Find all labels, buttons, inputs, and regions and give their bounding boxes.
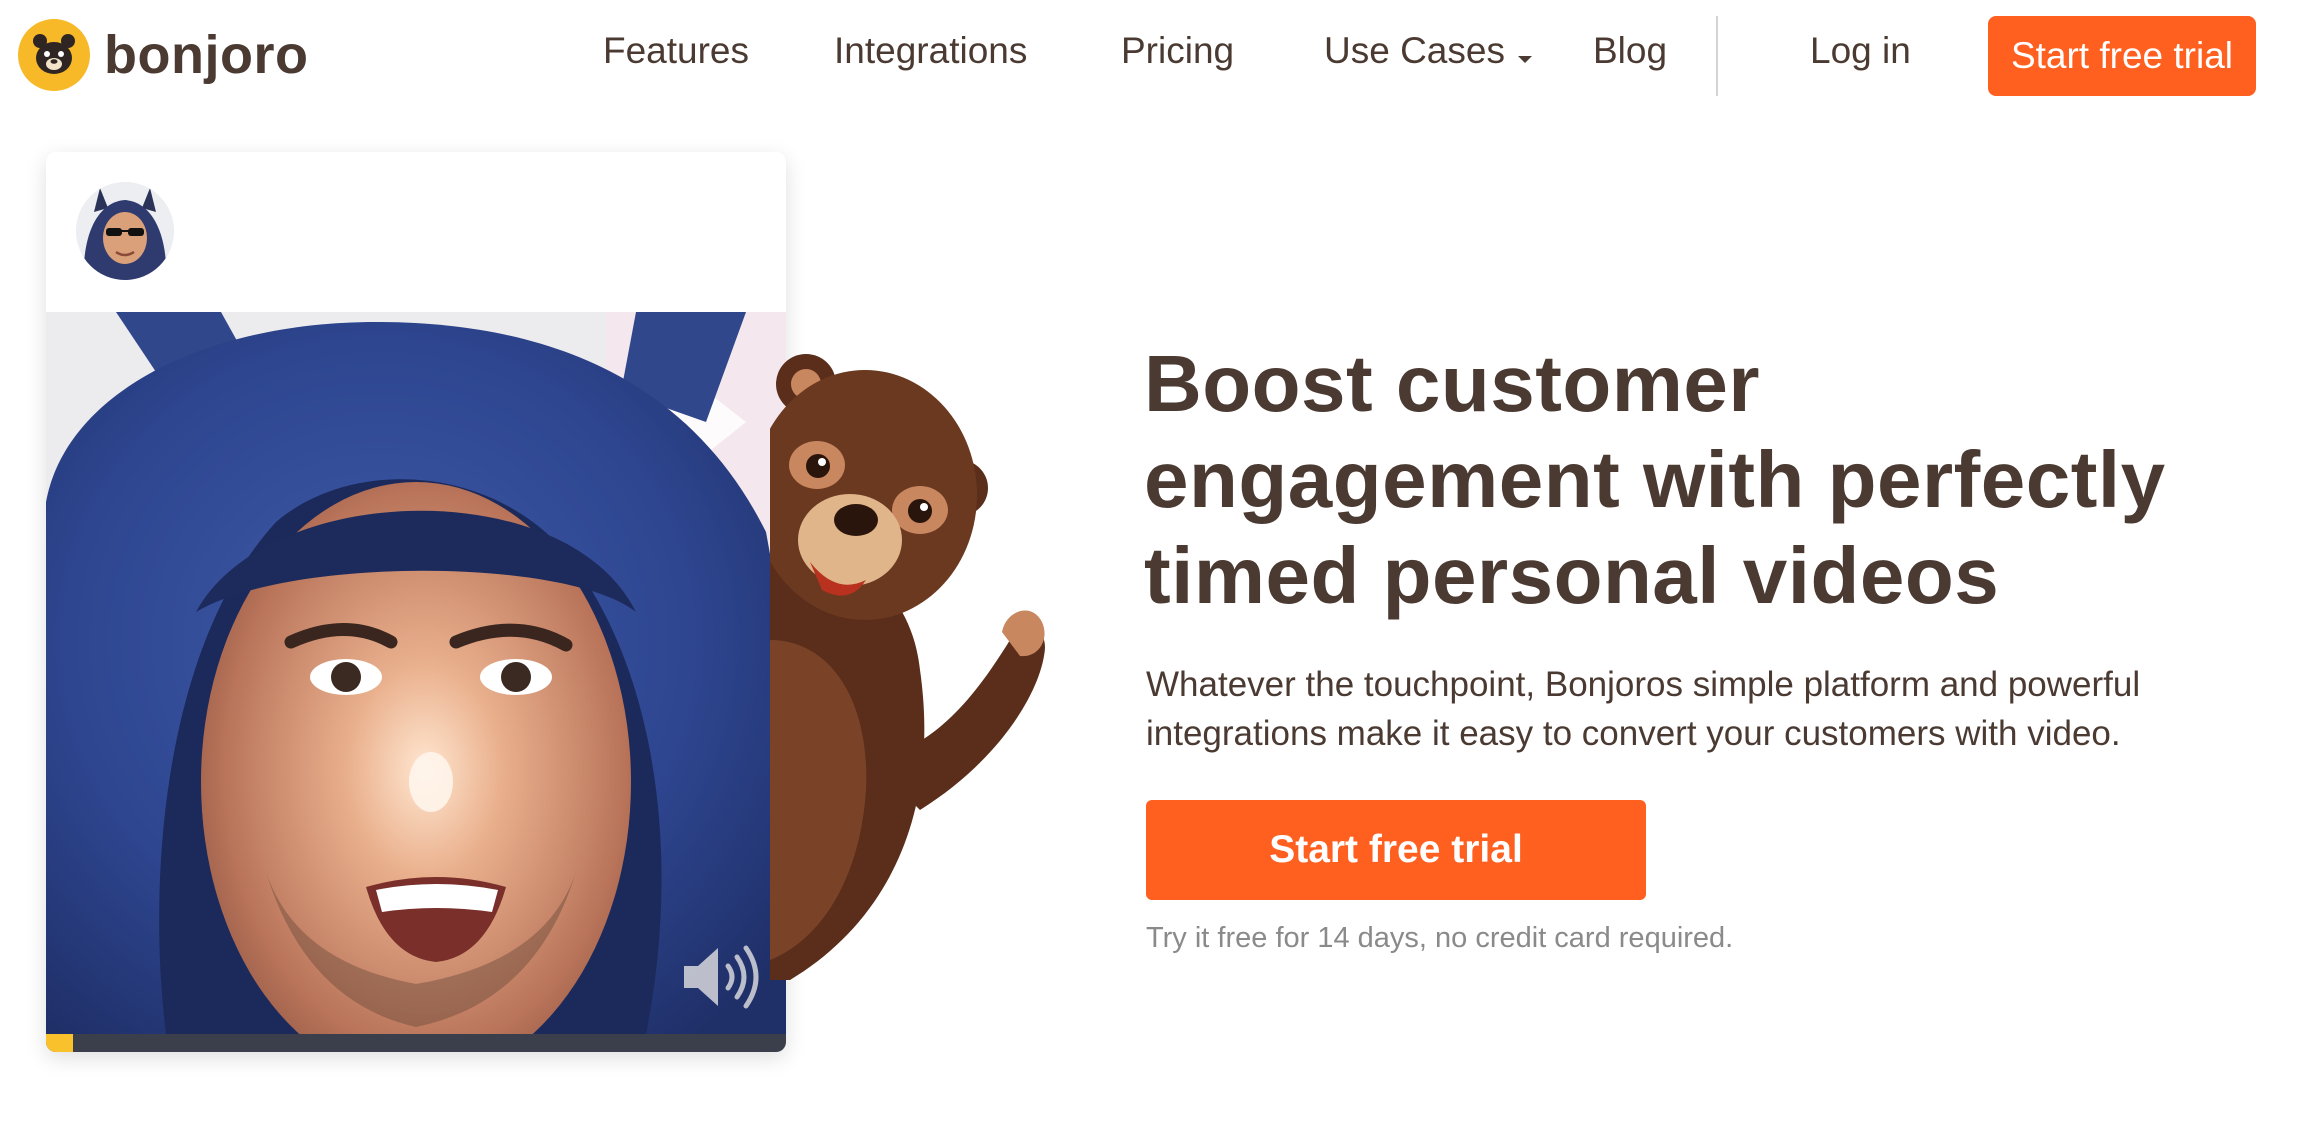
video-message-card (46, 152, 786, 1052)
nav-features-link[interactable]: Features (603, 30, 749, 72)
hero-subtitle-line-2: integrations make it easy to convert you… (1146, 714, 2121, 753)
bear-face-icon (18, 19, 90, 91)
hero-subtitle-line-1: Whatever the touchpoint, Bonjoros simple… (1146, 665, 2141, 704)
hero-start-free-trial-button[interactable]: Start free trial (1146, 800, 1646, 900)
hero-subtitle: Whatever the touchpoint, Bonjoros simple… (1146, 660, 2226, 758)
nav-pricing-link[interactable]: Pricing (1121, 30, 1234, 72)
login-link[interactable]: Log in (1810, 30, 1911, 72)
brand-logo[interactable]: bonjoro (18, 18, 308, 92)
sender-avatar (76, 182, 174, 280)
nav-divider (1716, 16, 1718, 96)
top-navbar: bonjoro Features Integrations Pricing Us… (0, 0, 2312, 116)
volume-icon[interactable] (680, 942, 764, 1012)
bear-mascot-illustration (753, 340, 1070, 1000)
trial-note: Try it free for 14 days, no credit card … (1146, 922, 1734, 954)
nav-integrations-link[interactable]: Integrations (834, 30, 1027, 72)
hero-headline-line-1: Boost customer (1144, 339, 1760, 428)
video-frame-image (46, 312, 786, 1034)
nav-use-cases-label: Use Cases (1324, 30, 1505, 71)
nav-use-cases-dropdown[interactable]: Use Cases (1324, 30, 1533, 74)
chevron-down-icon (1517, 32, 1533, 74)
hero-headline-line-3: timed personal videos (1144, 531, 2000, 620)
video-progress-fill (46, 1034, 73, 1052)
video-progress-bar[interactable] (46, 1034, 786, 1052)
nav-start-free-trial-button[interactable]: Start free trial (1988, 16, 2256, 96)
video-player[interactable] (46, 312, 786, 1034)
hero-headline: Boost customer engagement with perfectly… (1144, 336, 2264, 624)
brand-name: bonjoro (104, 25, 309, 85)
nav-blog-link[interactable]: Blog (1593, 30, 1667, 72)
hero-headline-line-2: engagement with perfectly (1144, 435, 2166, 524)
